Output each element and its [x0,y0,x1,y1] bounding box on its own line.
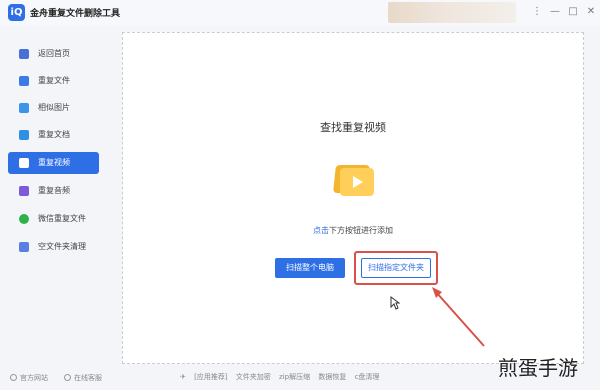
zip-extract-link[interactable]: zip解压缩 [279,373,310,381]
bottom-toolbar: ✈ [应用推荐] 文件夹加密 zip解压缩 数据恢复 c盘清理 [180,372,385,382]
data-recovery-link[interactable]: 数据恢复 [318,373,346,381]
annotation-arrow [432,287,485,347]
watermark: 煎蛋手游 [498,356,578,380]
folder-encrypt-link[interactable]: 文件夹加密 [236,373,271,381]
rocket-icon: ✈ [180,373,186,381]
c-drive-clean-link[interactable]: c盘清理 [355,373,380,381]
mouse-cursor-icon [390,296,400,310]
app-recommend-link[interactable]: [应用推荐] [194,373,227,381]
